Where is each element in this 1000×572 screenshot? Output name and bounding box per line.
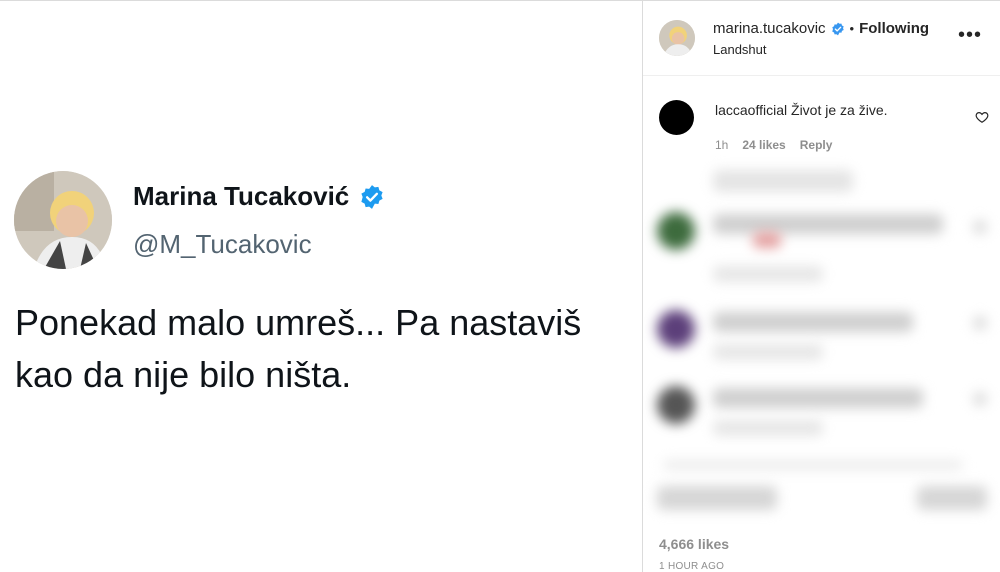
blurred-meta bbox=[713, 266, 823, 282]
commenter-username[interactable]: laccaofficial bbox=[715, 102, 787, 118]
blurred-comment bbox=[713, 388, 923, 408]
blurred-emoji bbox=[753, 232, 781, 248]
post-location[interactable]: Landshut bbox=[713, 42, 767, 57]
header-title-row: marina.tucakovic • Following bbox=[713, 20, 929, 37]
tweet-avatar bbox=[14, 171, 112, 269]
blurred-save-icon bbox=[917, 486, 987, 510]
blurred-avatar bbox=[657, 386, 695, 424]
blurred-comment bbox=[713, 214, 943, 234]
heart-icon[interactable] bbox=[975, 110, 989, 124]
comment-body: laccaofficial Život je za žive. bbox=[715, 102, 965, 118]
tweet-text: Ponekad malo umreš... Pa nastaviš kao da… bbox=[15, 302, 582, 395]
blurred-meta bbox=[713, 420, 823, 436]
blurred-heart bbox=[973, 316, 987, 330]
following-button[interactable]: Following bbox=[859, 20, 929, 37]
blurred-action-icons bbox=[657, 486, 777, 510]
tweet-display-name: Marina Tucaković bbox=[133, 181, 385, 212]
post-header: marina.tucakovic • Following Landshut ••… bbox=[643, 0, 1000, 76]
blurred-heart bbox=[973, 392, 987, 406]
comment-text: Život je za žive. bbox=[791, 102, 888, 118]
verified-badge-icon bbox=[831, 22, 844, 35]
tweet-name-text: Marina Tucaković bbox=[133, 181, 350, 211]
post-time: 1 HOUR AGO bbox=[659, 561, 725, 572]
blurred-heart bbox=[973, 220, 987, 234]
separator-dot: • bbox=[849, 21, 855, 36]
commenter-avatar[interactable] bbox=[659, 100, 694, 135]
comment-time[interactable]: 1h bbox=[715, 138, 728, 152]
post-sidebar: marina.tucakovic • Following Landshut ••… bbox=[643, 0, 1000, 572]
blurred-comment bbox=[713, 170, 853, 192]
likes-count[interactable]: 4,666 likes bbox=[659, 536, 729, 552]
blurred-avatar bbox=[657, 310, 695, 348]
blurred-divider bbox=[663, 460, 963, 470]
post-image: Marina Tucaković @M_Tucakovic Ponekad ma… bbox=[0, 0, 642, 572]
comment-meta: 1h 24 likes Reply bbox=[715, 138, 832, 152]
reply-button[interactable]: Reply bbox=[800, 138, 833, 152]
author-username[interactable]: marina.tucakovic bbox=[713, 20, 826, 37]
blurred-comment bbox=[713, 312, 913, 332]
blurred-meta bbox=[713, 344, 823, 360]
comment-likes[interactable]: 24 likes bbox=[742, 138, 785, 152]
blurred-avatar bbox=[657, 212, 695, 250]
more-horizontal-icon[interactable]: ••• bbox=[958, 25, 982, 45]
tweet-handle: @M_Tucakovic bbox=[133, 229, 312, 259]
verified-badge-icon bbox=[361, 184, 383, 209]
author-avatar[interactable] bbox=[659, 20, 695, 56]
